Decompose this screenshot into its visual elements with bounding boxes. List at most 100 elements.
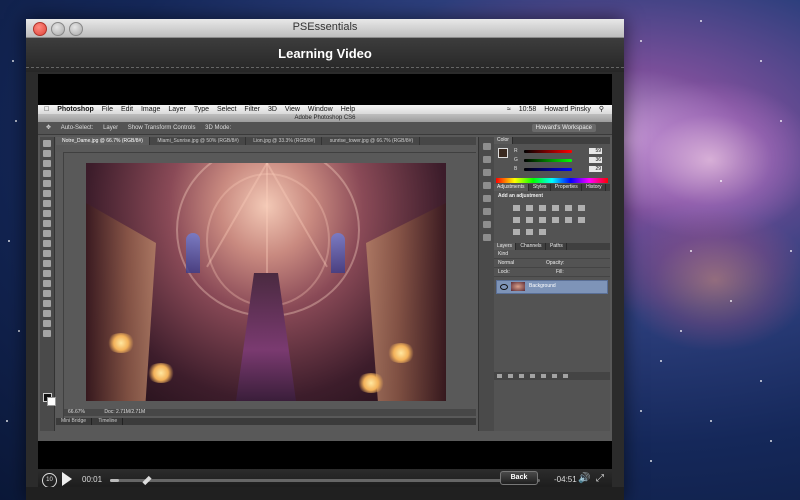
background-color-swatch [47,397,56,406]
horizontal-ruler [64,145,476,153]
layer-name: Background [529,283,556,289]
eraser-tool-icon [43,240,51,247]
star [770,440,772,442]
star [700,20,702,22]
color-panel: R 59 G 36 B 29 [494,144,610,184]
color-panel-tabs: Color [494,137,610,144]
menubar-user: Howard Pinsky [544,106,591,113]
desktop-nebula-lower [620,210,800,350]
document-canvas-cathedral-photo [86,163,446,401]
remaining-time: -04:51 [554,475,577,484]
type-tool-icon [43,290,51,297]
star [710,420,712,422]
tab-layers: Layers [494,243,517,250]
levels-icon [526,205,533,211]
search-icon: ⚲ [598,106,604,113]
doc-tab-lion: Lion.jpg @ 33.3% (RGB/8#) [247,137,323,145]
tab-properties: Properties [552,184,582,191]
group-icon [541,374,546,378]
layer-option: Layer [103,125,119,131]
g-value: 36 [589,157,602,163]
layers-footer [494,372,610,380]
right-pillars [366,203,446,401]
tab-history: History [583,184,606,191]
fill-label: Fill: [556,269,564,275]
menu-3d: 3D [262,106,277,113]
star [12,60,14,62]
hue-icon [578,205,585,211]
lock-row: Lock: Fill: [494,268,610,277]
color-fg-chip [498,148,508,158]
tab-styles: Styles [530,184,551,191]
star [680,330,682,332]
menubar-clock: 10:58 [518,106,537,113]
video-player[interactable]:  Photoshop File Edit Image Layer Type S… [38,74,612,469]
footer-bar [26,487,624,500]
link-icon [497,374,502,378]
shape-tool-icon [43,310,51,317]
elapsed-time: 00:01 [82,475,103,484]
photoshop-window-title: Adobe Photoshop CS6 [38,114,612,122]
menubar-app-name: Photoshop [51,106,94,113]
layers-panel-tabs: Layers Channels Paths [494,243,610,250]
header-bar: Learning Video [26,38,624,72]
adjustments-panel: Add an adjustment [494,191,610,243]
menu-layer: Layer [163,106,186,113]
history-icon [482,156,491,163]
tab-timeline: Timeline [93,418,124,425]
menu-file: File [96,106,113,113]
chandelier [356,373,386,393]
mode-3d-label: 3D Mode: [205,125,232,131]
dodge-tool-icon [43,270,51,277]
star [15,120,17,122]
replay-10-button[interactable]: 10 [42,473,57,488]
options-bar: ✥ Auto-Select: Layer Show Transform Cont… [38,122,612,135]
healing-tool-icon [43,200,51,207]
seek-handle[interactable] [141,475,152,486]
quick-select-tool-icon [43,170,51,177]
apple-icon:  [44,105,49,114]
seek-bar[interactable] [110,475,540,486]
history-brush-tool-icon [43,230,51,237]
doc-tab-notre-dame: Notre_Dame.jpg @ 66.7% (RGB/8#) [56,137,150,145]
hand-tool-icon [43,320,51,327]
lock-label: Lock: [498,269,510,275]
doc-size-readout: Doc: 2.71M/2.71M [104,409,146,415]
page-title: Learning Video [278,46,372,61]
blend-mode-select: Normal [498,260,515,266]
wifi-icon: ≈ [506,106,511,113]
fullscreen-icon[interactable]: ⤢ [596,473,604,484]
gradient-tool-icon [43,250,51,257]
tab-adjustments: Adjustments [494,184,529,191]
vibrance-icon [565,205,572,211]
selective-color-icon [539,229,546,235]
star [730,300,732,302]
info-icon [482,234,491,241]
star [790,250,792,252]
workspace-switcher: Howard's Workspace [531,124,596,132]
play-button[interactable] [62,472,72,486]
menu-type: Type [188,106,209,113]
layer-thumbnail [511,282,525,291]
back-button[interactable]: Back [500,471,538,485]
gradient-map-icon [526,229,533,235]
star [660,360,662,362]
window-title: PSEssentials [292,21,358,33]
channel-mixer-icon [552,217,559,223]
bottom-panel-tabs: Mini Bridge Timeline [56,418,476,425]
star [760,380,762,382]
stained-glass-window [331,233,345,273]
tab-mini-bridge: Mini Bridge [56,418,93,425]
visibility-eye-icon [500,284,508,290]
mac-menubar:  Photoshop File Edit Image Layer Type S… [38,105,612,114]
character-icon [482,182,491,189]
volume-icon[interactable]: 🔊 [578,473,590,484]
posterize-icon [578,217,585,223]
tools-panel [40,137,56,431]
chandelier [146,363,176,383]
new-layer-icon [552,374,557,378]
brush-tool-icon [43,210,51,217]
tab-paths: Paths [547,243,567,250]
move-tool-icon: ✥ [46,125,52,131]
b-slider [524,168,572,171]
